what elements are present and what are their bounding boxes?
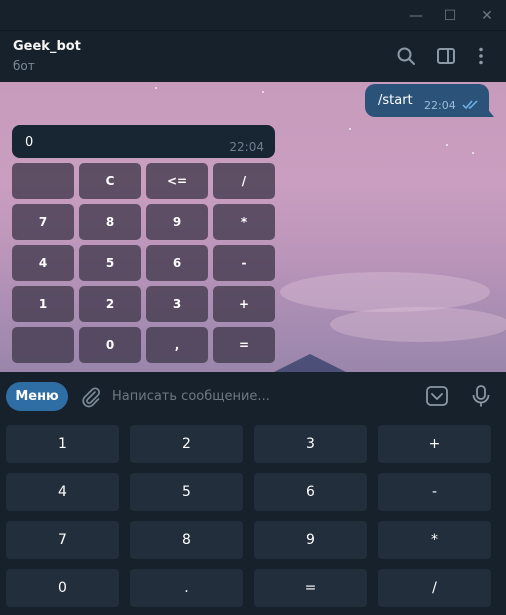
reply-key[interactable]: 3	[254, 425, 367, 463]
maximize-button[interactable]: ☐	[439, 5, 461, 27]
reply-key[interactable]: 6	[254, 473, 367, 511]
menu-button[interactable]: Меню	[6, 382, 68, 411]
reply-key[interactable]: 4	[6, 473, 119, 511]
background-cloud	[330, 307, 506, 342]
reply-key[interactable]: -	[378, 473, 491, 511]
reply-key[interactable]: /	[378, 569, 491, 607]
outgoing-message[interactable]: /start 22:04	[365, 84, 489, 117]
reply-key[interactable]: *	[378, 521, 491, 559]
search-icon[interactable]	[396, 46, 416, 66]
chat-area[interactable]: /start 22:04 0 22:04 C <= / 7 8 9 * 4 5 …	[0, 82, 506, 372]
double-check-icon	[462, 100, 478, 110]
microphone-icon[interactable]	[470, 384, 492, 408]
message-input[interactable]	[112, 384, 402, 408]
message-composer: Меню	[0, 372, 506, 420]
reply-key[interactable]: 8	[130, 521, 243, 559]
inline-key[interactable]: =	[213, 327, 275, 363]
message-text: 0	[25, 135, 34, 150]
background-star	[155, 87, 157, 89]
sidebar-icon[interactable]	[436, 46, 456, 66]
inline-key[interactable]: +	[213, 286, 275, 322]
inline-key[interactable]: 9	[146, 204, 208, 240]
inline-key[interactable]: 3	[146, 286, 208, 322]
message-time: 22:04	[229, 140, 264, 154]
chat-status: бот	[13, 59, 35, 73]
inline-key[interactable]: 2	[79, 286, 141, 322]
reply-key[interactable]: 9	[254, 521, 367, 559]
reply-keyboard: 1 2 3 + 4 5 6 - 7 8 9 * 0 . = /	[0, 420, 506, 615]
inline-key[interactable]: 7	[12, 204, 74, 240]
background-star	[446, 144, 448, 146]
reply-key[interactable]: .	[130, 569, 243, 607]
inline-key[interactable]: -	[213, 245, 275, 281]
chat-header[interactable]: Geek_bot бот	[0, 30, 506, 81]
inline-key[interactable]: <=	[146, 163, 208, 199]
reply-key[interactable]: +	[378, 425, 491, 463]
close-button[interactable]: ✕	[476, 5, 498, 27]
chat-title: Geek_bot	[13, 39, 81, 54]
reply-key[interactable]: 5	[130, 473, 243, 511]
reply-key[interactable]: 0	[6, 569, 119, 607]
reply-key[interactable]: 7	[6, 521, 119, 559]
inline-key[interactable]: C	[79, 163, 141, 199]
paperclip-icon[interactable]	[80, 386, 102, 408]
inline-key[interactable]: 4	[12, 245, 74, 281]
inline-key[interactable]: 8	[79, 204, 141, 240]
inline-key[interactable]: *	[213, 204, 275, 240]
bubble-tail	[486, 107, 494, 117]
inline-key[interactable]: 6	[146, 245, 208, 281]
inline-key[interactable]: 1	[12, 286, 74, 322]
minimize-button[interactable]: —	[405, 5, 427, 27]
more-vertical-icon[interactable]	[471, 46, 491, 66]
message-time: 22:04	[424, 99, 456, 112]
inline-key[interactable]	[12, 327, 74, 363]
incoming-message[interactable]: 0 22:04	[12, 125, 275, 158]
keyboard-toggle-icon[interactable]	[425, 384, 449, 408]
background-star	[472, 152, 474, 154]
background-star	[349, 128, 351, 130]
inline-key[interactable]	[12, 163, 74, 199]
window-titlebar: — ☐ ✕	[0, 0, 506, 30]
inline-key[interactable]: /	[213, 163, 275, 199]
inline-key[interactable]: 0	[79, 327, 141, 363]
inline-key[interactable]: ,	[146, 327, 208, 363]
reply-key[interactable]: =	[254, 569, 367, 607]
reply-key[interactable]: 1	[6, 425, 119, 463]
inline-key[interactable]: 5	[79, 245, 141, 281]
message-text: /start	[378, 93, 413, 108]
background-star	[262, 91, 264, 93]
background-cloud	[280, 272, 490, 312]
reply-key[interactable]: 2	[130, 425, 243, 463]
